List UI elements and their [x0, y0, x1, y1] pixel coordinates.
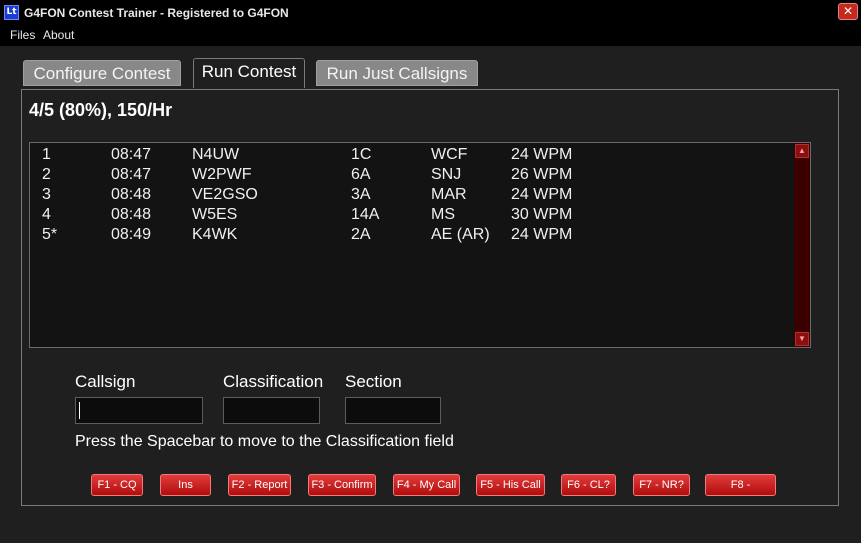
log-callsign: W5ES	[192, 206, 238, 223]
log-section: WCF	[431, 146, 468, 163]
log-number: 5*	[42, 226, 58, 243]
menu-files[interactable]: Files	[10, 28, 35, 42]
log-speed: 30 WPM	[511, 206, 573, 223]
menu-about[interactable]: About	[43, 28, 74, 42]
log-class: 6A	[351, 166, 371, 183]
log-time: 08:48	[111, 206, 152, 223]
scroll-down-icon[interactable]: ▼	[795, 332, 809, 346]
log-number: 3	[42, 186, 51, 203]
instruction-hint: Press the Spacebar to move to the Classi…	[75, 433, 454, 450]
f1-cq-button[interactable]: F1 - CQ	[91, 474, 143, 496]
log-time: 08:48	[111, 186, 152, 203]
log-class: 2A	[351, 226, 371, 243]
log-class: 3A	[351, 186, 371, 203]
log-class: 14A	[351, 206, 380, 223]
tab-run-just-callsigns[interactable]: Run Just Callsigns	[316, 60, 478, 86]
log-time: 08:47	[111, 166, 152, 183]
log-speed: 26 WPM	[511, 166, 573, 183]
log-section: SNJ	[431, 166, 462, 183]
log-number: 1	[42, 146, 51, 163]
log-speed: 24 WPM	[511, 146, 573, 163]
qso-log[interactable]: 1 08:47 N4UW 1C WCF 24 WPM 2 08:47 W2PWF…	[29, 142, 811, 348]
f3-confirm-button[interactable]: F3 - Confirm	[308, 474, 376, 496]
log-callsign: N4UW	[192, 146, 240, 163]
section-label: Section	[345, 372, 402, 391]
log-callsign: K4WK	[192, 226, 238, 243]
score-rate-stats: 4/5 (80%), 150/Hr	[29, 100, 173, 120]
f4-my-call-button[interactable]: F4 - My Call	[393, 474, 460, 496]
f2-report-button[interactable]: F2 - Report	[228, 474, 291, 496]
log-time: 08:47	[111, 146, 152, 163]
window-title: G4FON Contest Trainer - Registered to G4…	[24, 6, 289, 20]
f8-button[interactable]: F8 -	[705, 474, 776, 496]
menu-bar: Files About	[0, 26, 861, 46]
log-callsign: VE2GSO	[192, 186, 258, 203]
section-input[interactable]	[345, 397, 441, 424]
app-icon: Lt	[4, 5, 19, 20]
classification-input[interactable]	[223, 397, 320, 424]
f6-cl-button[interactable]: F6 - CL?	[561, 474, 616, 496]
log-class: 1C	[351, 146, 372, 163]
f5-his-call-button[interactable]: F5 - His Call	[476, 474, 545, 496]
log-callsign: W2PWF	[192, 166, 252, 183]
text-caret	[79, 402, 80, 419]
log-number: 2	[42, 166, 51, 183]
tab-configure-contest[interactable]: Configure Contest	[23, 60, 181, 86]
log-speed: 24 WPM	[511, 226, 573, 243]
title-bar: Lt G4FON Contest Trainer - Registered to…	[0, 0, 861, 26]
log-scrollbar[interactable]: ▲ ▼	[794, 143, 810, 347]
log-section: MAR	[431, 186, 467, 203]
scroll-up-icon[interactable]: ▲	[795, 144, 809, 158]
log-number: 4	[42, 206, 51, 223]
classification-label: Classification	[223, 372, 324, 391]
ins-button[interactable]: Ins	[160, 474, 211, 496]
log-section: AE (AR)	[431, 226, 490, 243]
f7-nr-button[interactable]: F7 - NR?	[633, 474, 690, 496]
tab-run-contest[interactable]: Run Contest	[193, 58, 305, 88]
callsign-input[interactable]	[75, 397, 203, 424]
close-button[interactable]: ✕	[838, 3, 858, 20]
log-speed: 24 WPM	[511, 186, 573, 203]
log-section: MS	[431, 206, 455, 223]
log-time: 08:49	[111, 226, 152, 243]
callsign-label: Callsign	[75, 372, 136, 391]
